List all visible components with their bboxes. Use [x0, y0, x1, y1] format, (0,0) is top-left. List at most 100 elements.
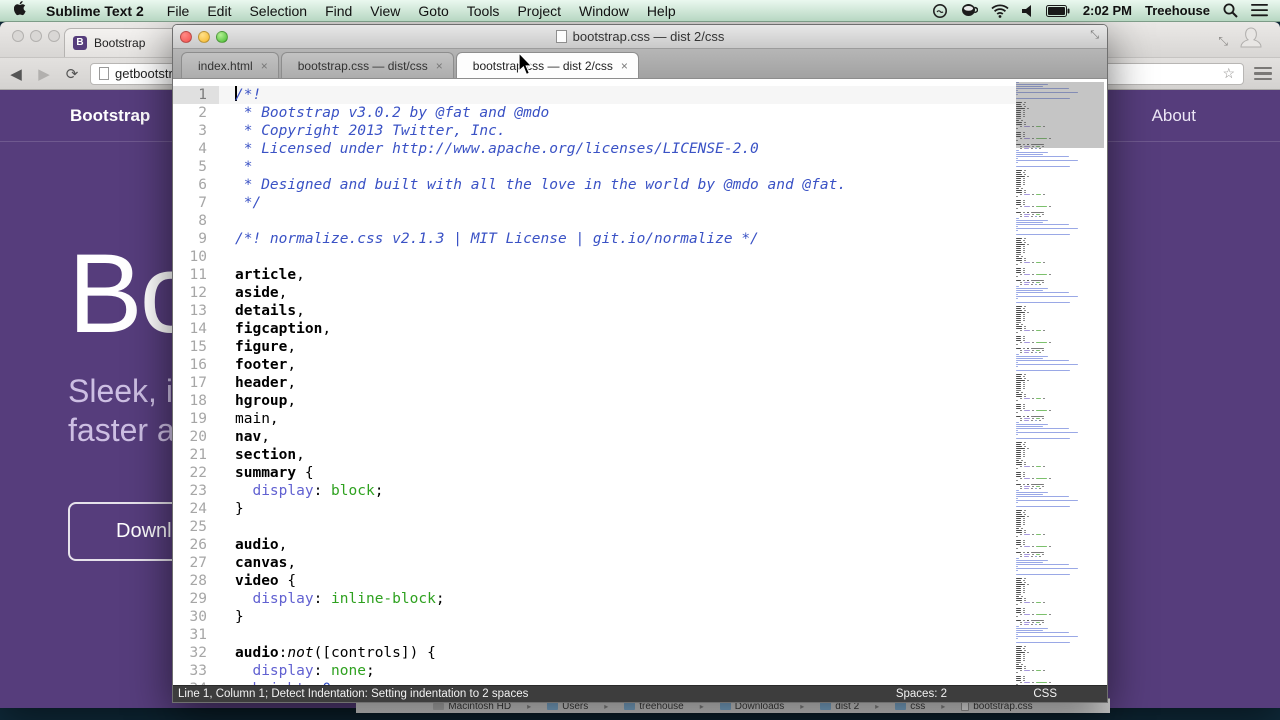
menubar-clock[interactable]: 2:02 PM — [1083, 3, 1132, 18]
menu-tools[interactable]: Tools — [458, 3, 509, 19]
battery-icon[interactable] — [1046, 5, 1070, 17]
nav-link-about[interactable]: About — [1152, 106, 1196, 125]
bookmark-star-icon[interactable]: ☆ — [1222, 65, 1235, 82]
code-line-19[interactable]: 19main, — [173, 410, 1016, 428]
code-line-15[interactable]: 15figure, — [173, 338, 1016, 356]
menu-view[interactable]: View — [361, 3, 409, 19]
minimap-line — [1016, 526, 1104, 527]
apple-menu-icon[interactable] — [14, 1, 28, 20]
menubar-app-name[interactable]: Sublime Text 2 — [38, 3, 152, 19]
code-line-5[interactable]: 5 * — [173, 158, 1016, 176]
code-line-30[interactable]: 30} — [173, 608, 1016, 626]
code-line-27[interactable]: 27canvas, — [173, 554, 1016, 572]
creative-cloud-icon[interactable] — [932, 3, 948, 19]
code-line-22[interactable]: 22summary { — [173, 464, 1016, 482]
editor-tab-3[interactable]: bootstrap.css — dist 2/css× — [456, 52, 639, 78]
spotlight-search-icon[interactable] — [1223, 3, 1238, 18]
code-line-23[interactable]: 23 display: block; — [173, 482, 1016, 500]
code-token: article — [235, 267, 296, 283]
editor-tab-1[interactable]: index.html× — [181, 52, 279, 78]
code-line-18[interactable]: 18hgroup, — [173, 392, 1016, 410]
code-line-20[interactable]: 20nav, — [173, 428, 1016, 446]
minimap-line — [1016, 224, 1104, 225]
browser-minimize-button[interactable] — [30, 30, 42, 42]
code-line-1[interactable]: 1/*! — [173, 86, 1016, 104]
minimap-line — [1016, 274, 1104, 275]
sublime-zoom-button[interactable] — [216, 31, 228, 43]
code-area[interactable]: 1/*!2 * Bootstrap v3.0.2 by @fat and @md… — [173, 86, 1016, 685]
code-line-2[interactable]: 2 * Bootstrap v3.0.2 by @fat and @mdo — [173, 104, 1016, 122]
code-editor[interactable]: 1/*!2 * Bootstrap v3.0.2 by @fat and @md… — [173, 80, 1107, 685]
code-token: display — [252, 663, 313, 679]
minimap-line — [1016, 318, 1104, 319]
menu-window[interactable]: Window — [570, 3, 638, 19]
code-line-3[interactable]: 3 * Copyright 2013 Twitter, Inc. — [173, 122, 1016, 140]
forward-button[interactable]: ▶ — [34, 65, 54, 83]
menu-project[interactable]: Project — [508, 3, 570, 19]
back-button[interactable]: ◀ — [6, 65, 26, 83]
code-line-7[interactable]: 7 */ — [173, 194, 1016, 212]
code-line-26[interactable]: 26audio, — [173, 536, 1016, 554]
code-line-29[interactable]: 29 display: inline-block; — [173, 590, 1016, 608]
code-line-17[interactable]: 17header, — [173, 374, 1016, 392]
editor-tab-2[interactable]: bootstrap.css — dist/css× — [281, 52, 454, 78]
statusbar-indentation[interactable]: Spaces: 2 — [896, 688, 947, 700]
wifi-icon[interactable] — [991, 4, 1009, 18]
code-line-32[interactable]: 32audio:not([controls]) { — [173, 644, 1016, 662]
browser-profile-avatar[interactable] — [1236, 24, 1266, 59]
menu-edit[interactable]: Edit — [198, 3, 240, 19]
menu-selection[interactable]: Selection — [240, 3, 316, 19]
caffeine-cup-icon[interactable] — [961, 3, 978, 18]
minimap-line — [1016, 618, 1104, 619]
reload-button[interactable]: ⟳ — [62, 65, 82, 83]
code-line-31[interactable]: 31 — [173, 626, 1016, 644]
code-line-9[interactable]: 9/*! normalize.css v2.1.3 | MIT License … — [173, 230, 1016, 248]
code-line-14[interactable]: 14figcaption, — [173, 320, 1016, 338]
code-line-4[interactable]: 4 * Licensed under http://www.apache.org… — [173, 140, 1016, 158]
minimap-viewport[interactable] — [1016, 82, 1104, 148]
minimap-line — [1016, 554, 1104, 555]
tab-close-icon[interactable]: × — [436, 59, 443, 73]
line-content: * — [235, 158, 252, 176]
menu-find[interactable]: Find — [316, 3, 361, 19]
code-line-28[interactable]: 28video { — [173, 572, 1016, 590]
folder-icon — [895, 702, 906, 710]
minimap-line — [1016, 294, 1104, 295]
browser-tab-bootstrap[interactable]: B Bootstrap — [64, 28, 182, 57]
bootstrap-brand-link[interactable]: Bootstrap — [70, 106, 150, 126]
browser-zoom-button[interactable] — [48, 30, 60, 42]
code-line-11[interactable]: 11article, — [173, 266, 1016, 284]
sublime-close-button[interactable] — [180, 31, 192, 43]
menu-file[interactable]: File — [158, 3, 199, 19]
code-line-24[interactable]: 24} — [173, 500, 1016, 518]
minimap[interactable] — [1016, 82, 1104, 685]
menubar-account-name[interactable]: Treehouse — [1145, 3, 1210, 18]
browser-menu-icon[interactable] — [1252, 67, 1274, 81]
code-line-10[interactable]: 10 — [173, 248, 1016, 266]
tab-close-icon[interactable]: × — [261, 59, 268, 73]
code-line-21[interactable]: 21section, — [173, 446, 1016, 464]
menu-help[interactable]: Help — [638, 3, 685, 19]
volume-icon[interactable] — [1022, 4, 1033, 18]
code-line-25[interactable]: 25 — [173, 518, 1016, 536]
browser-close-button[interactable] — [12, 30, 24, 42]
notification-center-icon[interactable] — [1251, 4, 1268, 17]
menu-goto[interactable]: Goto — [409, 3, 457, 19]
line-number: 18 — [173, 392, 219, 410]
code-line-12[interactable]: 12aside, — [173, 284, 1016, 302]
code-line-16[interactable]: 16footer, — [173, 356, 1016, 374]
code-line-8[interactable]: 8 — [173, 212, 1016, 230]
code-line-33[interactable]: 33 display: none; — [173, 662, 1016, 680]
minimap-line — [1016, 556, 1104, 557]
sublime-titlebar[interactable]: bootstrap.css — dist 2/css ⤡ — [173, 25, 1107, 49]
sublime-minimize-button[interactable] — [198, 31, 210, 43]
sublime-resize-icon[interactable]: ⤡ — [1090, 29, 1099, 42]
tab-close-icon[interactable]: × — [621, 59, 628, 73]
statusbar-syntax[interactable]: CSS — [1033, 688, 1057, 700]
code-line-13[interactable]: 13details, — [173, 302, 1016, 320]
code-line-6[interactable]: 6 * Designed and built with all the love… — [173, 176, 1016, 194]
line-number: 5 — [173, 158, 219, 176]
line-number: 8 — [173, 212, 219, 230]
browser-resize-icon[interactable]: ⤡ — [1218, 34, 1228, 49]
minimap-line — [1016, 186, 1104, 187]
